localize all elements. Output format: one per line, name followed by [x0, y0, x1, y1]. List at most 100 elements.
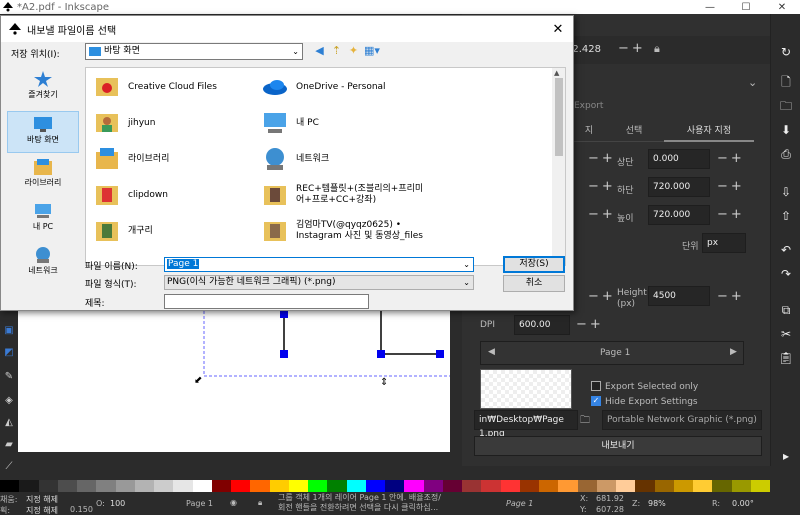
palette-swatch[interactable]: [404, 480, 424, 492]
opacity-value[interactable]: 100: [110, 499, 125, 508]
px-height-plusminus[interactable]: −+: [717, 290, 745, 304]
import-icon[interactable]: ⇩: [778, 184, 794, 200]
save-button[interactable]: 저장(S): [503, 256, 565, 273]
lock-icon[interactable]: 🔒︎: [654, 42, 660, 56]
rotate-value[interactable]: 0.00°: [732, 499, 754, 508]
tab-custom[interactable]: 사용자 지정: [664, 120, 754, 142]
list-item[interactable]: Creative Cloud Files: [94, 70, 217, 104]
palette-swatch[interactable]: [96, 480, 116, 492]
rect-tool-icon[interactable]: ▣: [2, 324, 16, 338]
export-icon[interactable]: ⇧: [778, 208, 794, 224]
palette-swatch[interactable]: [423, 480, 443, 492]
palette-swatch[interactable]: [558, 480, 578, 492]
palette-swatch[interactable]: [481, 480, 501, 492]
tab-page[interactable]: 지: [574, 120, 604, 142]
dpi-plusminus[interactable]: −+: [576, 318, 604, 332]
width-plusminus[interactable]: −+: [588, 208, 616, 222]
bottom-field[interactable]: 720.000: [648, 177, 710, 197]
list-item[interactable]: 라이브러리: [94, 142, 169, 176]
close-window-button[interactable]: ✕: [764, 2, 800, 13]
filetype-select[interactable]: PNG(이식 가능한 네트워크 그래픽) (*.png) ⌄: [164, 275, 474, 290]
place-favorites[interactable]: 즐겨찾기: [7, 67, 79, 109]
open-icon[interactable]: 🗀: [778, 98, 794, 114]
palette-swatch[interactable]: [115, 480, 135, 492]
place-pc[interactable]: 내 PC: [7, 199, 79, 241]
palette-swatch[interactable]: [712, 480, 732, 492]
palette-swatch[interactable]: [134, 480, 154, 492]
palette-swatch[interactable]: [750, 480, 770, 492]
page-next-icon[interactable]: ▶: [730, 347, 737, 357]
chevron-down-icon[interactable]: ⌄: [748, 76, 757, 89]
px-height-field[interactable]: 4500: [648, 286, 710, 306]
height-field[interactable]: 720.000: [648, 205, 710, 225]
up-folder-icon[interactable]: ⇡: [330, 44, 343, 57]
pen-tool-icon[interactable]: ✎: [2, 370, 16, 384]
palette-swatch[interactable]: [211, 480, 231, 492]
scroll-thumb[interactable]: [555, 78, 563, 156]
folder-open-icon[interactable]: 🗀: [580, 413, 590, 430]
list-item[interactable]: REC+템플릿+(조블리의+프리미 어+프로+CC+강좌): [262, 178, 423, 212]
toolbar-plusminus[interactable]: −+: [618, 42, 646, 56]
redo-icon[interactable]: ↷: [778, 266, 794, 282]
more-icon[interactable]: ▸: [778, 448, 794, 464]
palette-swatch[interactable]: [192, 480, 212, 492]
title-input[interactable]: [164, 294, 369, 309]
palette-swatch[interactable]: [577, 480, 597, 492]
page-prev-icon[interactable]: ◀: [488, 347, 495, 357]
look-in-select[interactable]: 바탕 화면 ⌄: [85, 43, 303, 60]
place-network[interactable]: 네트워크: [7, 243, 79, 285]
hide-export-checkbox[interactable]: ✓: [591, 396, 601, 406]
undo-icon[interactable]: ↶: [778, 242, 794, 258]
eye-icon[interactable]: ◉: [230, 498, 237, 507]
chevron-down-icon[interactable]: ⌄: [463, 258, 470, 271]
scroll-up-icon[interactable]: ▲: [554, 69, 559, 77]
list-item[interactable]: OneDrive - Personal: [262, 70, 386, 104]
gradient-tool-icon[interactable]: ▰: [2, 438, 16, 452]
top-plusminus[interactable]: −+: [717, 152, 745, 166]
list-item[interactable]: 김엄마TV(@qyqz0625) • Instagram 사진 및 동영상_fi…: [262, 214, 423, 248]
dropper-tool-icon[interactable]: ⟋: [2, 460, 16, 474]
palette-swatch[interactable]: [462, 480, 482, 492]
page-label[interactable]: Page 1: [186, 499, 213, 508]
x1-plusminus[interactable]: −+: [588, 180, 616, 194]
palette-swatch[interactable]: [250, 480, 270, 492]
palette-swatch[interactable]: [693, 480, 713, 492]
export-selected-checkbox[interactable]: [591, 381, 601, 391]
list-item[interactable]: jihyun: [94, 106, 155, 140]
palette-swatch[interactable]: [288, 480, 308, 492]
list-item[interactable]: 개구리: [94, 214, 153, 248]
tab-selection[interactable]: 선택: [604, 120, 664, 142]
list-item[interactable]: 내 PC: [262, 106, 319, 140]
format-select[interactable]: Portable Network Graphic (*.png): [602, 410, 762, 430]
back-icon[interactable]: ◀: [313, 44, 326, 57]
palette-swatch[interactable]: [231, 480, 251, 492]
print-icon[interactable]: ⎙: [778, 146, 794, 162]
copy-icon[interactable]: ⧉: [778, 302, 794, 318]
palette-swatch[interactable]: [327, 480, 347, 492]
maximize-button[interactable]: ☐: [728, 2, 764, 13]
palette-swatch[interactable]: [269, 480, 289, 492]
save-icon[interactable]: ⬇: [778, 122, 794, 138]
bottom-plusminus[interactable]: −+: [717, 180, 745, 194]
palette-swatch[interactable]: [616, 480, 636, 492]
palette-swatch[interactable]: [596, 480, 616, 492]
file-list[interactable]: Creative Cloud Files OneDrive - Personal…: [85, 67, 566, 266]
palette-swatch[interactable]: [173, 480, 193, 492]
palette-swatch[interactable]: [308, 480, 328, 492]
bucket-tool-icon[interactable]: ◈: [2, 394, 16, 408]
x0-plusminus[interactable]: −+: [588, 152, 616, 166]
filename-input[interactable]: Page 1 ⌄: [164, 257, 474, 272]
px-width-plusminus[interactable]: −+: [588, 290, 616, 304]
dialog-close-button[interactable]: ✕: [543, 22, 573, 37]
palette-swatch[interactable]: [57, 480, 77, 492]
palette-swatch[interactable]: [731, 480, 751, 492]
palette-swatch[interactable]: [442, 480, 462, 492]
fill-value[interactable]: 지정 해제: [26, 494, 58, 505]
dpi-field[interactable]: 600.00: [514, 315, 570, 335]
refresh-icon[interactable]: ↻: [778, 44, 794, 60]
canvas[interactable]: ⬋ ⇕: [18, 296, 450, 452]
palette-swatch[interactable]: [673, 480, 693, 492]
palette-swatch[interactable]: [38, 480, 58, 492]
palette-swatch[interactable]: [19, 480, 39, 492]
spray-tool-icon[interactable]: ◭: [2, 416, 16, 430]
